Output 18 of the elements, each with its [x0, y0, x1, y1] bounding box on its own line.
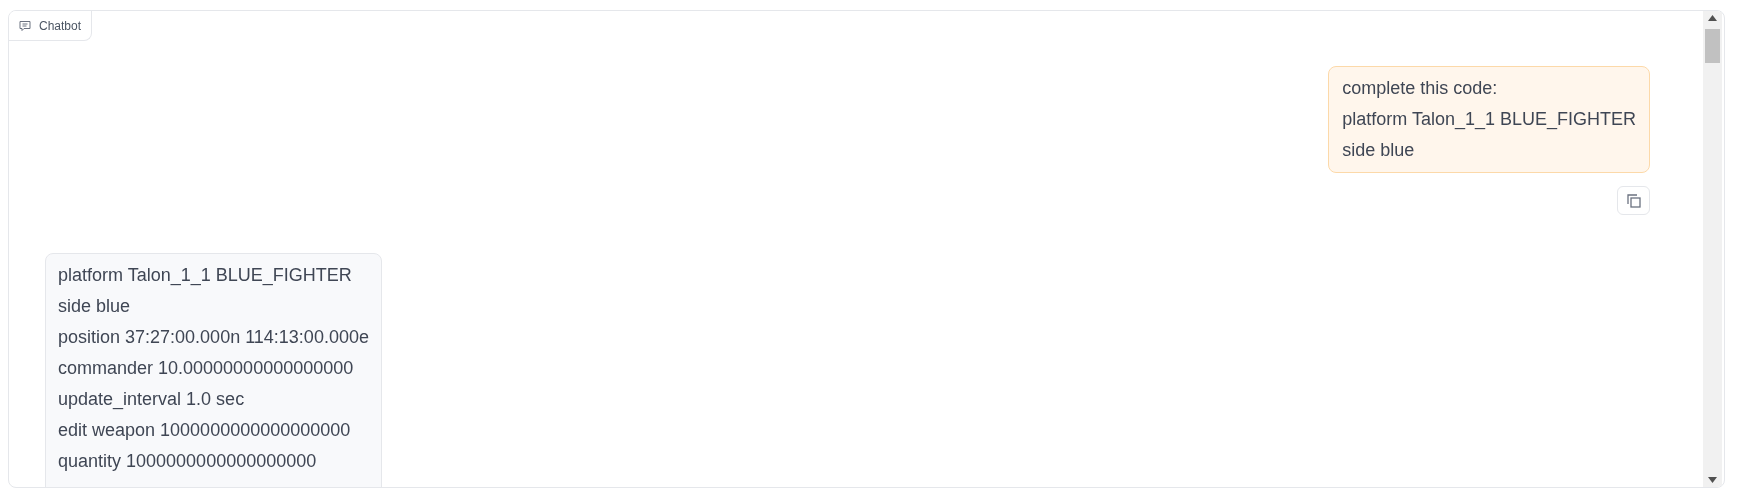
scrollbar-thumb[interactable]	[1705, 29, 1720, 63]
message-line: complete this code:	[1342, 77, 1499, 100]
message-line: platform Talon_1_1 BLUE_FIGHTER	[1342, 108, 1636, 132]
scroll-up-icon[interactable]	[1708, 15, 1717, 21]
message-line: platform Talon_1_1 BLUE_FIGHTER	[58, 264, 353, 288]
message-line: commander 10.00000000000000000	[58, 357, 355, 380]
message-line: side blue	[1342, 139, 1416, 162]
copy-button[interactable]	[1617, 186, 1650, 215]
panel-label: Chatbot	[9, 11, 93, 41]
chat-icon	[19, 19, 31, 32]
copy-icon	[1625, 192, 1642, 209]
message-line: position 37:27:00.000n 114:13:00.000e	[58, 326, 369, 349]
message-line: update_interval 1.0 sec	[58, 388, 246, 412]
scroll-down-icon[interactable]	[1708, 477, 1717, 483]
message-line: edit weapon 1000000000000000000	[58, 419, 352, 442]
message-line: quantity 1000000000000000000	[58, 450, 318, 473]
message-line: side blue	[58, 295, 132, 318]
scrollbar[interactable]	[1703, 11, 1722, 487]
